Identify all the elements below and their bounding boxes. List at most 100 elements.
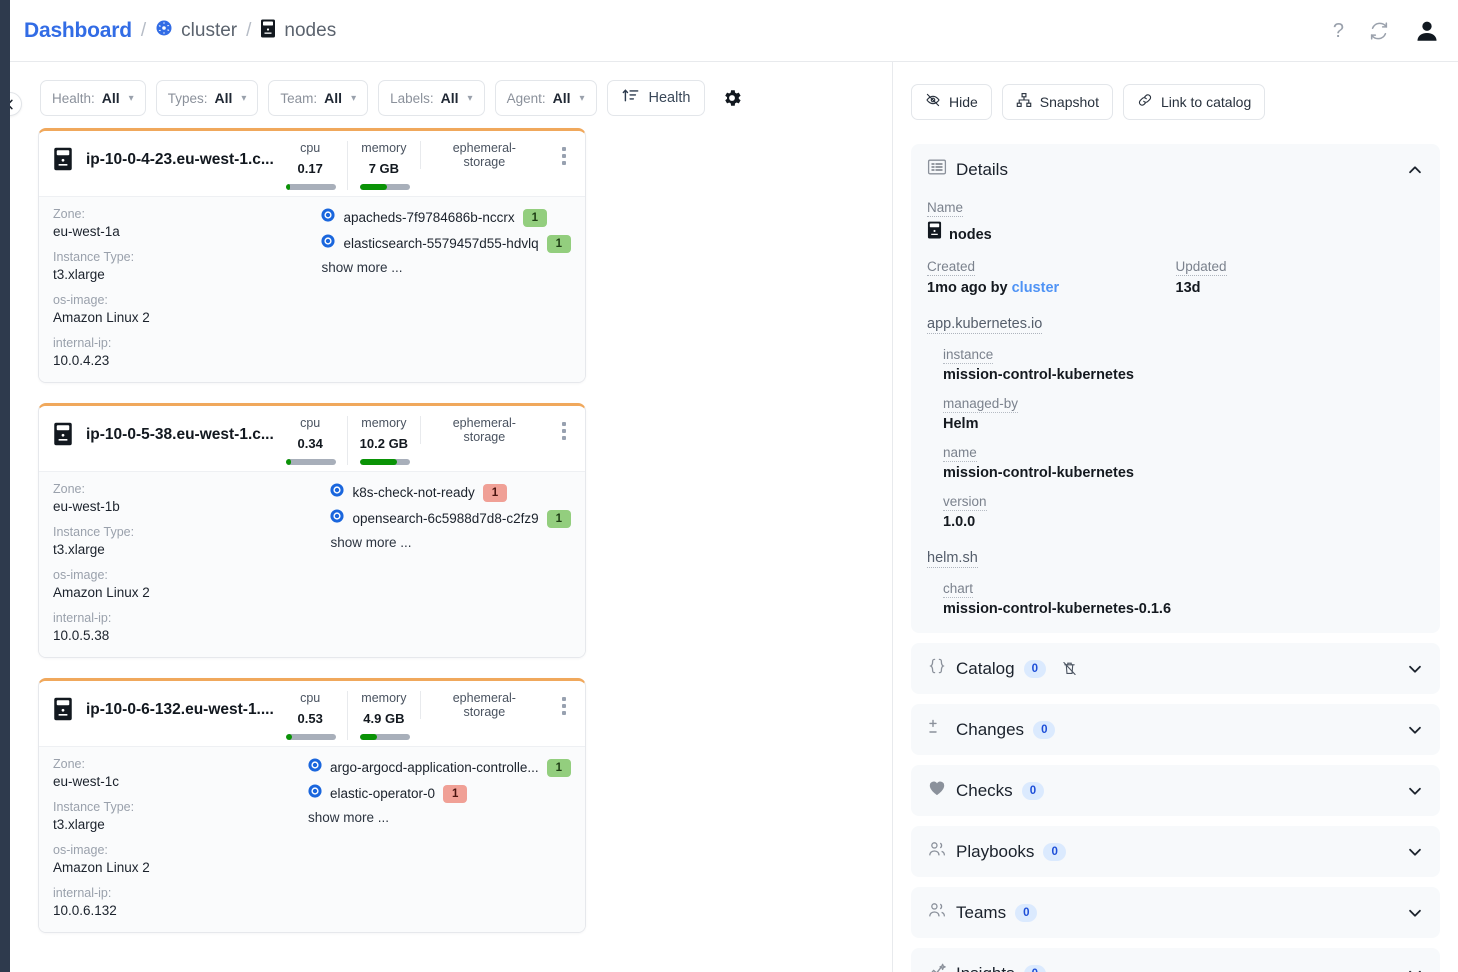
label-value: mission-control-kubernetes xyxy=(943,465,1134,481)
details-created-value: 1mo ago by cluster xyxy=(927,280,1176,296)
hide-button[interactable]: Hide xyxy=(911,84,992,120)
chevron-down-icon[interactable] xyxy=(1406,904,1424,922)
node-card-menu-button[interactable] xyxy=(555,147,573,165)
list-item[interactable]: elasticsearch-5579457d55-hdvlq 1 xyxy=(321,234,571,253)
prop-value: 10.0.6.132 xyxy=(53,903,117,918)
prop-key: internal-ip: xyxy=(53,336,112,350)
label-item: managed-by Helm xyxy=(943,395,1424,432)
details-panel-header[interactable]: Details xyxy=(911,144,1440,195)
details-name-block: Name nodes xyxy=(927,199,1424,244)
sort-button[interactable]: Health xyxy=(606,80,706,116)
metric-memory-value: 4.9 GB xyxy=(363,711,405,726)
settings-gear-icon[interactable] xyxy=(721,87,743,109)
details-created-by-link[interactable]: cluster xyxy=(1012,280,1060,296)
breadcrumb-cluster-label: cluster xyxy=(181,19,238,41)
changes-title: Changes xyxy=(956,719,1025,739)
node-card[interactable]: ip-10-0-6-132.eu-west-1.... cpu 0.53 mem… xyxy=(38,678,586,933)
details-panel: Details Name nodes Created 1mo ago by cl… xyxy=(911,144,1440,633)
prop-key: Instance Type: xyxy=(53,525,135,539)
details-name-value-row: nodes xyxy=(927,221,1424,244)
node-card[interactable]: ip-10-0-4-23.eu-west-1.c... cpu 0.17 mem… xyxy=(38,128,586,383)
show-more-link[interactable]: show more ... xyxy=(321,260,571,275)
metric-memory-value: 10.2 GB xyxy=(359,436,409,451)
details-pane: Hide Snapshot Link to catalog Details Na… xyxy=(893,62,1458,972)
breadcrumb-dashboard[interactable]: Dashboard xyxy=(24,19,132,43)
node-card-header: ip-10-0-5-38.eu-west-1.c... cpu 0.34 mem… xyxy=(39,406,585,471)
prop-key: os-image: xyxy=(53,843,108,857)
avatar[interactable] xyxy=(1414,18,1440,44)
insights-count: 0 xyxy=(1023,964,1046,972)
details-updated-label: Updated xyxy=(1175,259,1227,276)
pod-name: apacheds-7f9784686b-nccrx xyxy=(343,210,515,225)
chevron-down-icon[interactable] xyxy=(1406,721,1424,739)
list-details-icon xyxy=(927,157,947,182)
pod-count-badge: 1 xyxy=(482,483,508,502)
filter-labels[interactable]: Labels: All ▾ xyxy=(378,80,485,116)
plus-minus-icon xyxy=(927,717,947,742)
node-pods: argo-argocd-application-controlle... 1 e… xyxy=(308,757,571,918)
filter-team[interactable]: Team: All ▾ xyxy=(268,80,369,116)
prop-value: Amazon Linux 2 xyxy=(53,585,150,600)
pod-icon xyxy=(308,784,322,803)
filter-types[interactable]: Types: All ▾ xyxy=(155,80,259,116)
details-updated: Updated 13d xyxy=(1175,258,1425,296)
list-item[interactable]: opensearch-6c5988d7d8-c2fz9 1 xyxy=(330,509,571,528)
insights-panel-header[interactable]: Insights 0 xyxy=(911,948,1440,972)
node-card-header: ip-10-0-6-132.eu-west-1.... cpu 0.53 mem… xyxy=(39,681,585,746)
show-more-link[interactable]: show more ... xyxy=(308,810,571,825)
chevron-down-icon[interactable] xyxy=(1406,965,1424,972)
node-card-menu-button[interactable] xyxy=(555,422,573,440)
filter-agent[interactable]: Agent: All ▾ xyxy=(494,80,597,116)
pod-count-badge: 1 xyxy=(522,208,547,227)
node-card-menu-button[interactable] xyxy=(555,697,573,715)
node-card[interactable]: ip-10-0-5-38.eu-west-1.c... cpu 0.34 mem… xyxy=(38,403,586,658)
breadcrumb-item-nodes[interactable]: nodes xyxy=(260,19,336,43)
list-item[interactable]: apacheds-7f9784686b-nccrx 1 xyxy=(321,208,571,227)
insights-title: Insights xyxy=(956,964,1015,972)
show-more-link[interactable]: show more ... xyxy=(330,535,571,550)
link-to-catalog-button[interactable]: Link to catalog xyxy=(1122,84,1266,120)
filter-health[interactable]: Health: All ▾ xyxy=(40,80,146,116)
metric-cpu-bar xyxy=(285,734,336,740)
breadcrumb-item-cluster[interactable]: cluster xyxy=(155,19,237,42)
label-value: mission-control-kubernetes xyxy=(943,367,1134,383)
metric-memory: memory 7 GB xyxy=(346,141,421,190)
chevron-up-icon[interactable] xyxy=(1406,161,1424,179)
chevron-down-icon: ▾ xyxy=(128,92,134,104)
node-name: ip-10-0-6-132.eu-west-1.... xyxy=(86,701,274,718)
chevron-down-icon[interactable] xyxy=(1406,782,1424,800)
prop-key: os-image: xyxy=(53,293,108,307)
people-icon xyxy=(927,839,947,864)
list-item[interactable]: argo-argocd-application-controlle... 1 xyxy=(308,758,571,777)
chevron-down-icon[interactable] xyxy=(1406,843,1424,861)
list-item[interactable]: k8s-check-not-ready 1 xyxy=(330,483,571,502)
filter-agent-label: Agent: xyxy=(506,90,546,106)
help-icon[interactable]: ? xyxy=(1333,21,1344,41)
sitemap-icon xyxy=(1016,92,1032,113)
prop-value: Amazon Linux 2 xyxy=(53,860,150,875)
metric-cpu: cpu 0.53 xyxy=(274,691,347,740)
label-key: instance xyxy=(943,347,994,364)
label-item: name mission-control-kubernetes xyxy=(943,444,1424,481)
pod-name: opensearch-6c5988d7d8-c2fz9 xyxy=(352,511,539,526)
node-icon xyxy=(260,19,276,43)
node-properties: Zone: eu-west-1c Instance Type: t3.xlarg… xyxy=(53,757,308,918)
node-card-header: ip-10-0-4-23.eu-west-1.c... cpu 0.17 mem… xyxy=(39,131,585,196)
changes-panel-header[interactable]: Changes 0 xyxy=(911,704,1440,755)
node-properties: Zone: eu-west-1b Instance Type: t3.xlarg… xyxy=(53,482,330,643)
filter-bar: Health: All ▾ Types: All ▾ Team: All ▾ L… xyxy=(10,62,892,128)
trash-slash-icon[interactable] xyxy=(1061,660,1078,677)
list-item[interactable]: elastic-operator-0 1 xyxy=(308,784,571,803)
teams-panel-header[interactable]: Teams 0 xyxy=(911,887,1440,938)
teams-count: 0 xyxy=(1015,903,1038,922)
snapshot-button[interactable]: Snapshot xyxy=(1001,84,1113,120)
catalog-panel-header[interactable]: Catalog 0 xyxy=(911,643,1440,694)
eye-slash-icon xyxy=(925,92,941,113)
chevron-down-icon[interactable] xyxy=(1406,660,1424,678)
prop-value: t3.xlarge xyxy=(53,542,105,557)
playbooks-panel-header[interactable]: Playbooks 0 xyxy=(911,826,1440,877)
label-key: version xyxy=(943,494,987,511)
refresh-icon[interactable] xyxy=(1368,20,1390,42)
breadcrumb-separator-2: / xyxy=(246,19,252,41)
checks-panel-header[interactable]: Checks 0 xyxy=(911,765,1440,816)
